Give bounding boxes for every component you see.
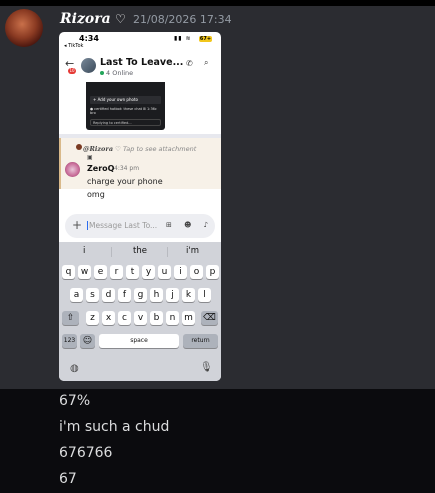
- image-icon: ▣: [87, 154, 93, 161]
- message-input: + Message Last To... ⊞ ☻ ♪: [65, 214, 215, 238]
- shift-key: ⇧: [62, 311, 79, 325]
- online-text: 4 Online: [106, 69, 134, 77]
- username[interactable]: Rizora: [60, 11, 111, 27]
- return-key: return: [183, 334, 218, 348]
- input-placeholder: Message Last To...: [87, 221, 158, 230]
- embed-corner: ⊞ 1:36c: [143, 107, 157, 111]
- globe-icon: ◍: [70, 363, 79, 374]
- unread-badge: 10: [68, 68, 76, 74]
- channel-icon: [81, 58, 96, 73]
- key: e: [94, 265, 107, 279]
- heart-icon: ♡: [115, 12, 126, 26]
- embed-line: ● certified hotbot: these chat: [90, 107, 142, 111]
- input-icons: ⊞ ☻ ♪: [166, 221, 214, 229]
- embed-reply-bar: Replying to certified...: [90, 119, 161, 126]
- key: c: [118, 311, 131, 325]
- author-avatar: [65, 162, 80, 177]
- numbers-key: 123: [62, 334, 77, 348]
- back-to-app: ◂ TikTok: [64, 43, 84, 49]
- key: b: [150, 311, 163, 325]
- chat-message: 676766: [59, 445, 113, 461]
- battery-icon: 67+: [199, 36, 212, 42]
- status-time: 4:34: [79, 34, 99, 43]
- emoji-key: ☺: [80, 334, 95, 348]
- suggestion: the: [133, 246, 147, 256]
- keyboard: i the i'm q w e r t y u i o p a s d f g …: [59, 242, 221, 381]
- add-photo-label: + Add your own photo: [90, 96, 161, 104]
- key: h: [150, 288, 163, 302]
- key: x: [102, 311, 115, 325]
- mic-icon: 🎙: [200, 362, 213, 373]
- key: v: [134, 311, 147, 325]
- divider: [111, 247, 112, 257]
- suggestion: i: [83, 246, 86, 256]
- key: u: [158, 265, 171, 279]
- timestamp: 21/08/2026 17:34: [133, 13, 232, 26]
- reply-note: ♡ Tap to see attachment: [115, 145, 197, 153]
- backspace-key: ⌫: [201, 311, 218, 325]
- chat-message: 67%: [59, 393, 91, 409]
- message-time: 4:34 pm: [114, 165, 140, 172]
- divider: [167, 247, 168, 257]
- key: l: [198, 288, 211, 302]
- message-line: omg: [87, 190, 105, 199]
- search-icon: ⌕: [204, 58, 209, 67]
- phone-screenshot-attachment[interactable]: 4:34 ◂ TikTok ▮▮ ≋ 67+ ← 10 Last To Leav…: [59, 32, 221, 381]
- reply-avatar: [76, 144, 82, 150]
- chat-message: i'm such a chud: [59, 419, 170, 435]
- suggestion: i'm: [186, 246, 199, 256]
- reply-name: @Rizora: [83, 145, 114, 153]
- embed-line-b: these chat: [123, 107, 142, 111]
- avatar[interactable]: [5, 9, 43, 47]
- key: i: [174, 265, 187, 279]
- key: m: [182, 311, 195, 325]
- space-key: space: [99, 334, 179, 348]
- key: k: [182, 288, 195, 302]
- message-line: charge your phone: [87, 177, 163, 186]
- embed-line-2: bro: [90, 111, 96, 115]
- key: j: [166, 288, 179, 302]
- key: t: [126, 265, 139, 279]
- key: w: [78, 265, 91, 279]
- key: a: [70, 288, 83, 302]
- key: f: [118, 288, 131, 302]
- key: p: [206, 265, 219, 279]
- signal-wifi-icon: ▮▮ ≋: [174, 35, 192, 42]
- online-dot-icon: [100, 71, 104, 75]
- reply-preview: @Rizora ♡ Tap to see attachment: [83, 145, 196, 153]
- online-count: 4 Online: [100, 69, 133, 77]
- message-author: ZeroQ: [87, 164, 115, 173]
- key: n: [166, 311, 179, 325]
- phone-icon: ✆: [186, 59, 193, 68]
- key: y: [142, 265, 155, 279]
- chat-message: 67: [59, 471, 77, 487]
- key: g: [134, 288, 147, 302]
- key: s: [86, 288, 99, 302]
- embedded-image: + Add your own photo ● certified hotbot:…: [86, 82, 165, 130]
- key: z: [86, 311, 99, 325]
- key: o: [190, 265, 203, 279]
- channel-title: Last To Leave...: [100, 57, 184, 68]
- plus-icon: +: [72, 218, 83, 232]
- key: q: [62, 265, 75, 279]
- key: r: [110, 265, 123, 279]
- key: d: [102, 288, 115, 302]
